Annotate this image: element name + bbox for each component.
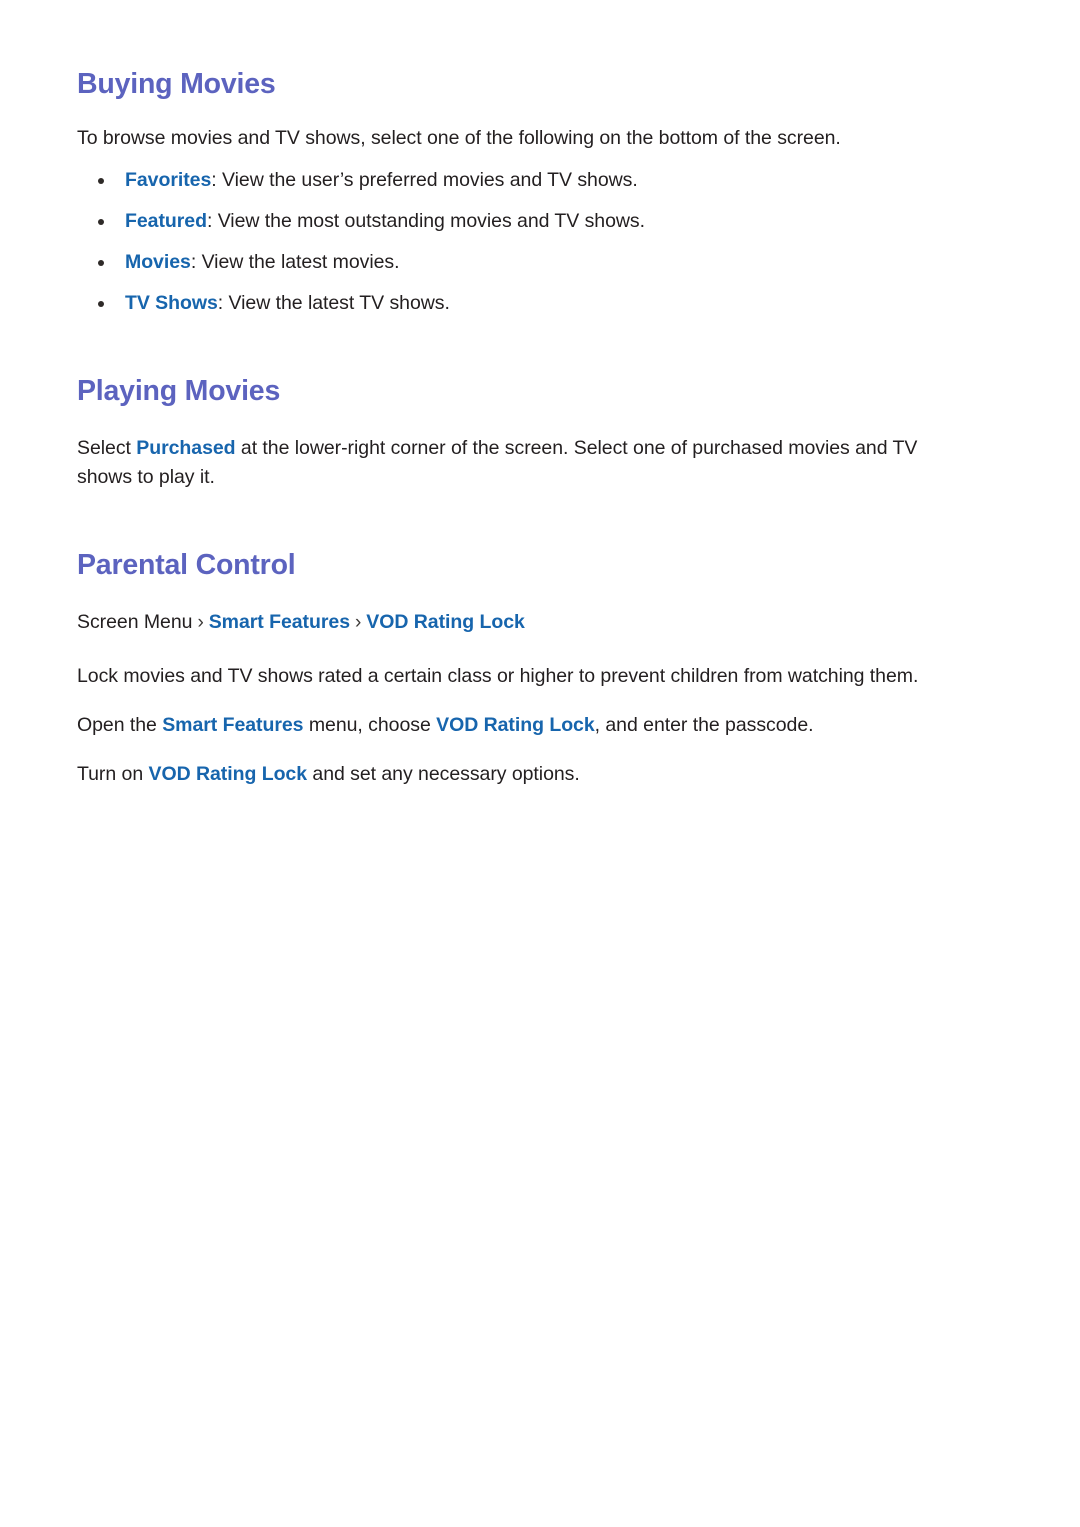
bullet-dot-icon [98,218,104,225]
bullet-dot-icon [98,300,104,307]
buying-movies-intro-paragraph: To browse movies and TV shows, select on… [77,126,841,149]
bullet-label-movies[interactable]: Movies [125,251,191,273]
bullet-label-favorites[interactable]: Favorites [125,169,211,191]
paragraph-text-part: Turn on [77,763,149,786]
link-vod-rating-lock[interactable]: VOD Rating Lock [436,714,595,736]
parental-control-instruction-turn-on: Turn on VOD Rating Lock and set any nece… [77,760,1002,789]
breadcrumb-item-smart-features[interactable]: Smart Features [209,611,350,633]
bullet-separator: : [206,209,213,232]
playing-movies-paragraph: Select Purchased at the lower-right corn… [77,434,957,492]
section-heading-playing-movies: Playing Movies [77,374,281,407]
paragraph-text-part: Open the [77,714,163,737]
parental-control-instruction-open: Open the Smart Features menu, choose VOD… [77,711,1002,740]
link-purchased[interactable]: Purchased [136,437,235,459]
bullet-label-featured[interactable]: Featured [125,210,207,232]
paragraph-text-part: menu, choose [303,714,437,737]
breadcrumb-root: Screen Menu [77,611,193,634]
bullet-description: View the latest TV shows. [228,291,450,314]
paragraph-text-part: , and enter the passcode. [594,714,814,737]
bullet-dot-icon [98,177,104,184]
section-heading-buying-movies: Buying Movies [77,68,276,100]
bullet-separator: : [217,291,224,314]
breadcrumb: Screen Menu › Smart Features › VOD Rating Lo… [77,608,1002,637]
chevron-right-icon: › [197,612,204,634]
buying-movies-bullet-list: Favorites: View the user’s preferred mov… [77,166,1002,318]
bullet-description: View the user’s preferred movies and TV … [222,168,638,191]
list-item: TV Shows: View the latest TV shows. [77,289,1002,318]
link-vod-rating-lock[interactable]: VOD Rating Lock [149,763,308,785]
section-heading-parental-control: Parental Control [77,548,296,581]
chevron-right-icon: › [355,612,362,634]
paragraph-text-part: and set any necessary options. [307,763,580,786]
bullet-separator: : [190,250,197,273]
page-content: Buying Movies To browse movies and TV sh… [77,0,1002,789]
bullet-separator: : [211,168,217,191]
bullet-dot-icon [98,259,104,266]
document-page: Buying Movies To browse movies and TV sh… [0,0,1080,1527]
bullet-description: View the latest movies. [201,250,400,273]
bullet-label-tv-shows[interactable]: TV Shows [125,292,218,314]
list-item: Featured: View the most outstanding movi… [77,207,1002,236]
bullet-description: View the most outstanding movies and TV … [217,209,645,232]
breadcrumb-item-vod-rating-lock[interactable]: VOD Rating Lock [366,611,525,633]
link-smart-features[interactable]: Smart Features [162,714,303,736]
list-item: Movies: View the latest movies. [77,248,1002,277]
paragraph-text-part: Select [77,436,137,459]
parental-control-description: Lock movies and TV shows rated a certain… [77,665,919,688]
list-item: Favorites: View the user’s preferred mov… [77,166,1002,195]
